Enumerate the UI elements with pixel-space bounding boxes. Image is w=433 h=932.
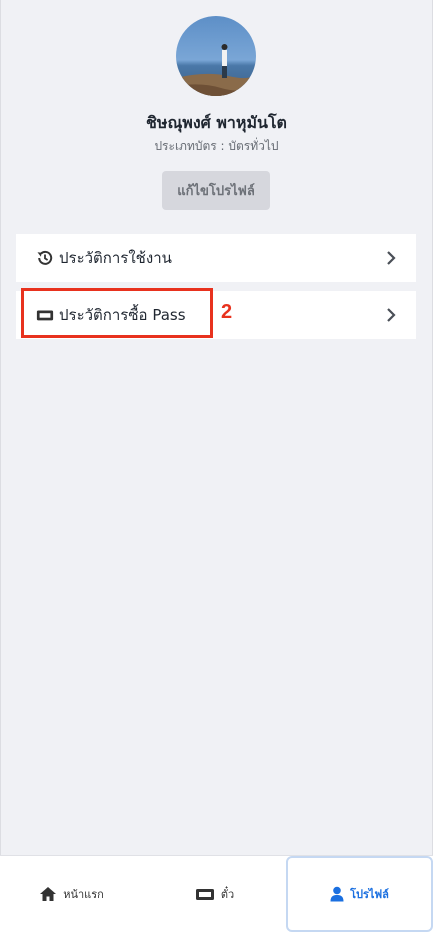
nav-profile-label: โปรไฟล์ <box>350 888 389 901</box>
home-icon <box>39 886 57 902</box>
menu-item-label: ประวัติการใช้งาน <box>59 249 172 267</box>
nav-tickets[interactable]: ตั๋ว <box>143 856 286 932</box>
user-icon <box>330 886 344 902</box>
card-type-label: ประเภทบัตร : บัตรทั่วไป <box>154 139 279 153</box>
nav-home[interactable]: หน้าแรก <box>0 856 143 932</box>
nav-tickets-label: ตั๋ว <box>220 888 235 901</box>
nav-home-label: หน้าแรก <box>63 888 104 901</box>
chevron-right-icon <box>386 307 396 327</box>
annotation-step-number: 2 <box>221 301 233 323</box>
ticket-icon <box>195 886 215 902</box>
profile-name: ชิษณุพงศ์ พาหุมันโต <box>146 113 287 132</box>
menu-item-usage-history[interactable]: ประวัติการใช้งาน <box>16 234 416 282</box>
edit-profile-button[interactable]: แก้ไขโปรไฟล์ <box>162 171 270 210</box>
history-icon <box>36 249 54 267</box>
avatar <box>176 16 256 96</box>
chevron-right-icon <box>386 250 396 270</box>
bottom-navigation: หน้าแรก ตั๋ว โปรไฟล์ <box>0 855 433 932</box>
annotation-highlight-box <box>21 288 213 338</box>
nav-profile[interactable]: โปรไฟล์ <box>286 856 433 932</box>
